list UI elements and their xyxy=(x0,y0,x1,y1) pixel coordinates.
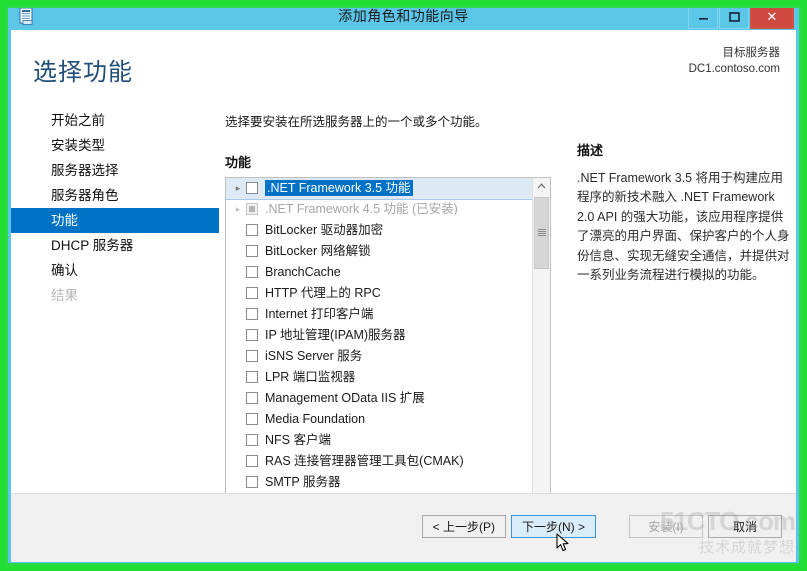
feature-checkbox[interactable] xyxy=(246,350,258,362)
feature-label: .NET Framework 4.5 功能 (已安装) xyxy=(265,202,458,216)
sidebar-item-1[interactable]: 安装类型 xyxy=(11,133,219,158)
chevron-up-icon xyxy=(537,183,546,189)
feature-label: RAS 连接管理器管理工具包(CMAK) xyxy=(265,454,464,468)
close-icon: ✕ xyxy=(766,8,778,24)
description-title: 描述 xyxy=(577,143,604,158)
features-scrollbar[interactable] xyxy=(532,177,550,506)
destination-server-value: DC1.contoso.com xyxy=(688,62,780,75)
feature-label: SMTP 服务器 xyxy=(265,475,341,489)
feature-checkbox[interactable] xyxy=(246,434,258,446)
window-controls: ✕ xyxy=(687,4,794,29)
feature-row[interactable]: ▸LPR 端口监视器 xyxy=(226,367,532,388)
feature-row[interactable]: ▸Internet 打印客户端 xyxy=(226,304,532,325)
next-button[interactable]: 下一步(N) > xyxy=(510,515,596,538)
wizard-steps-nav: 开始之前 安装类型 服务器选择 服务器角色 功能 DHCP 服务器 确认结果 xyxy=(11,102,219,308)
features-listbox[interactable]: ▸ .NET Framework 3.5 功能 ▸ .NET Framework 4.… xyxy=(225,176,551,507)
scroll-up-button[interactable] xyxy=(533,177,550,195)
cancel-button[interactable]: 取消 xyxy=(708,515,782,538)
minimize-button[interactable] xyxy=(688,4,718,29)
server-manager-icon xyxy=(17,6,37,26)
feature-label: iSNS Server 服务 xyxy=(265,349,363,363)
feature-label: IP 地址管理(IPAM)服务器 xyxy=(265,328,406,342)
feature-checkbox[interactable] xyxy=(246,329,258,341)
sidebar-item-2[interactable]: 服务器选择 xyxy=(11,158,219,183)
destination-server-block: 目标服务器 DC1.contoso.com xyxy=(689,46,780,77)
sidebar-item-6[interactable]: 确认 xyxy=(11,258,219,283)
feature-checkbox[interactable] xyxy=(246,455,258,467)
feature-label: BranchCache xyxy=(265,265,341,279)
sidebar-item-4[interactable]: 功能 xyxy=(11,208,219,233)
sidebar-item-7: 结果 xyxy=(51,288,78,303)
add-roles-features-wizard-window: 添加角色和功能向导 ✕ 选择功能 目标服务器 DC1.contoso.com 开… xyxy=(8,2,799,565)
sidebar-item-3[interactable]: 服务器角色 xyxy=(11,183,219,208)
feature-label: BitLocker 驱动器加密 xyxy=(265,223,384,237)
feature-label: Internet 打印客户端 xyxy=(265,307,374,321)
expand-chevron-right-icon[interactable]: ▸ xyxy=(230,204,246,215)
instruction-text: 选择要安装在所选服务器上的一个或多个功能。 xyxy=(225,115,488,129)
page-title: 选择功能 xyxy=(33,59,133,86)
feature-row[interactable]: ▸Media Foundation xyxy=(226,409,532,430)
wizard-footer: < 上一步(P) 下一步(N) > 安装(I) 取消 xyxy=(11,493,796,562)
feature-label: Management OData IIS 扩展 xyxy=(265,391,425,405)
features-column: 选择要安装在所选服务器上的一个或多个功能。 功能 ▸ .NET Framework… xyxy=(225,102,561,507)
previous-button[interactable]: < 上一步(P) xyxy=(421,515,506,538)
window-title: 添加角色和功能向导 xyxy=(338,8,469,24)
feature-row[interactable]: ▸BitLocker 驱动器加密 xyxy=(226,220,532,241)
feature-checkbox[interactable] xyxy=(246,371,258,383)
feature-label: LPR 端口监视器 xyxy=(265,370,356,384)
feature-label: NFS 客户端 xyxy=(265,433,331,447)
maximize-icon xyxy=(728,11,740,22)
close-button[interactable]: ✕ xyxy=(750,4,794,29)
sidebar-item-5[interactable]: DHCP 服务器 xyxy=(11,233,219,258)
maximize-button[interactable] xyxy=(719,4,749,29)
feature-checkbox[interactable] xyxy=(246,287,258,299)
feature-row[interactable]: ▸BranchCache xyxy=(226,262,532,283)
feature-row[interactable]: ▸NFS 客户端 xyxy=(226,430,532,451)
feature-checkbox[interactable] xyxy=(246,245,258,257)
window-titlebar: 添加角色和功能向导 ✕ xyxy=(11,2,796,30)
scrollbar-thumb[interactable] xyxy=(534,196,549,269)
features-list: ▸ .NET Framework 3.5 功能 ▸ .NET Framework 4.… xyxy=(226,177,532,506)
expand-chevron-right-icon[interactable]: ▸ xyxy=(230,183,246,194)
minimize-icon xyxy=(698,18,708,20)
feature-checkbox[interactable] xyxy=(246,182,258,194)
feature-checkbox[interactable] xyxy=(246,476,258,488)
feature-label: HTTP 代理上的 RPC xyxy=(265,286,381,300)
feature-row[interactable]: ▸IP 地址管理(IPAM)服务器 xyxy=(226,325,532,346)
feature-label: Media Foundation xyxy=(265,412,366,426)
sidebar-item-0[interactable]: 开始之前 xyxy=(11,108,219,133)
features-section-label: 功能 xyxy=(225,154,252,170)
wizard-header: 选择功能 目标服务器 DC1.contoso.com xyxy=(11,30,796,102)
feature-row[interactable]: ▸RAS 连接管理器管理工具包(CMAK) xyxy=(226,451,532,472)
feature-checkbox[interactable] xyxy=(246,224,258,236)
destination-server-label: 目标服务器 xyxy=(722,47,781,59)
feature-row[interactable]: ▸ .NET Framework 4.5 功能 (已安装) xyxy=(226,199,532,220)
feature-checkbox xyxy=(246,203,258,215)
screenshot-root: 添加角色和功能向导 ✕ 选择功能 目标服务器 DC1.contoso.com 开… xyxy=(0,0,807,571)
feature-row[interactable]: ▸HTTP 代理上的 RPC xyxy=(226,283,532,304)
feature-label: .NET Framework 3.5 功能 xyxy=(265,180,413,196)
feature-checkbox[interactable] xyxy=(246,308,258,320)
feature-row[interactable]: ▸SMTP 服务器 xyxy=(226,472,532,493)
wizard-body: 开始之前 安装类型 服务器选择 服务器角色 功能 DHCP 服务器 确认 结果 选择要安装在所… xyxy=(11,102,796,507)
install-button: 安装(I) xyxy=(629,515,703,538)
feature-checkbox[interactable] xyxy=(246,392,258,404)
feature-checkbox[interactable] xyxy=(246,266,258,278)
feature-checkbox[interactable] xyxy=(246,413,258,425)
scrollbar-grip-icon xyxy=(538,228,546,236)
description-text: .NET Framework 3.5 将用于构建应用程序的新技术融入 .NET … xyxy=(577,171,790,282)
feature-row[interactable]: ▸ .NET Framework 3.5 功能 xyxy=(226,177,532,200)
feature-row[interactable]: ▸iSNS Server 服务 xyxy=(226,346,532,367)
description-panel: 描述 .NET Framework 3.5 将用于构建应用程序的新技术融入 .N… xyxy=(577,102,791,285)
footer-buttons: < 上一步(P) 下一步(N) > 安装(I) 取消 xyxy=(417,515,782,538)
feature-row[interactable]: ▸Management OData IIS 扩展 xyxy=(226,388,532,409)
feature-row[interactable]: ▸BitLocker 网络解锁 xyxy=(226,241,532,262)
feature-label: BitLocker 网络解锁 xyxy=(265,244,371,258)
